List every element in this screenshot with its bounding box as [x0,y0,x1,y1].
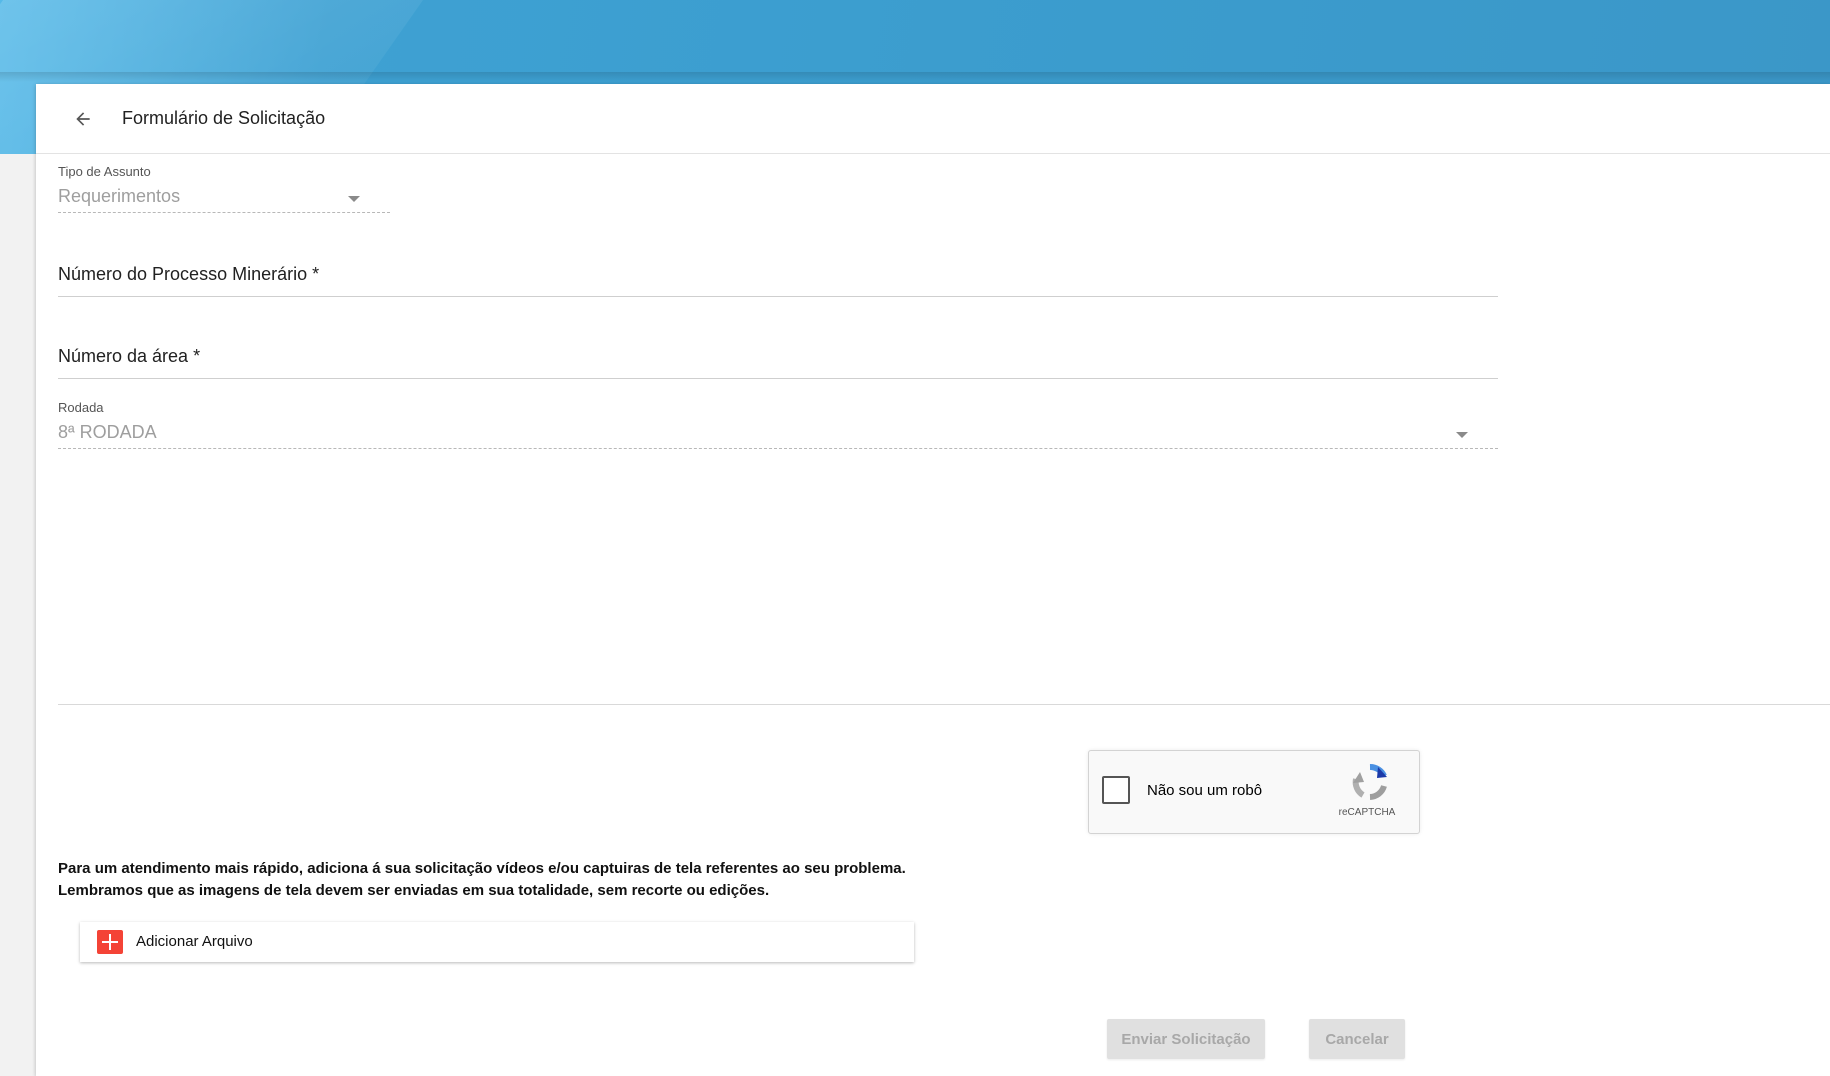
caret-down-icon [348,196,360,202]
subject-type-underline [58,212,390,213]
subject-type-value: Requerimentos [58,186,181,206]
attachment-info: Para um atendimento mais rápido, adicion… [58,858,906,902]
process-number-label: Número do Processo Minerário * [58,264,320,284]
attachment-info-line1: Para um atendimento mais rápido, adicion… [58,860,906,877]
round-label: Rodada [58,400,104,415]
recaptcha-widget: Não sou um robô reCAPTCHA [1088,750,1420,834]
add-file-button[interactable]: Adicionar Arquivo [80,922,914,962]
plus-icon [97,930,123,954]
subject-type-label: Tipo de Assunto [58,164,151,179]
recaptcha-label: Não sou um robô [1147,782,1263,799]
area-number-label: Número da área * [58,346,201,366]
area-number-field[interactable]: Número da área * [58,338,1498,388]
submit-request-button[interactable]: Enviar Solicitação [1107,1019,1265,1059]
card-header: Formulário de Solicitação [36,84,1830,154]
section-divider [58,704,1830,705]
recaptcha-logo-icon [1352,764,1387,800]
round-underline [58,448,1498,449]
arrow-left-icon [76,112,90,126]
form-card: Formulário de Solicitação Tipo de Assunt… [36,84,1830,1076]
subject-type-select[interactable]: Tipo de Assunto Requerimentos [58,164,390,224]
back-button[interactable] [66,102,100,136]
page-title: Formulário de Solicitação [122,108,326,128]
process-number-field[interactable]: Número do Processo Minerário * [58,256,1498,306]
recaptcha-checkbox[interactable] [1102,776,1130,804]
caret-down-icon [1456,432,1468,438]
round-select[interactable]: Rodada 8ª RODADA [58,400,1498,460]
cancel-button[interactable]: Cancelar [1309,1019,1405,1059]
add-file-label: Adicionar Arquivo [136,933,253,950]
round-value: 8ª RODADA [58,422,157,442]
recaptcha-brand: reCAPTCHA [1338,807,1396,818]
attachment-info-line2: Lembramos que as imagens de tela devem s… [58,882,770,899]
process-number-underline [58,296,1498,297]
area-number-underline [58,378,1498,379]
